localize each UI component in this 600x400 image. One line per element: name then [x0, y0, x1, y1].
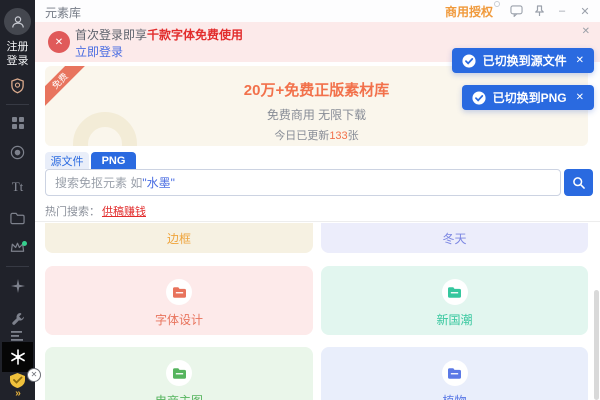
collapse-chevrons[interactable]: »: [0, 388, 35, 399]
category-label: 边框: [167, 230, 191, 247]
category-card-plants[interactable]: 植物: [321, 347, 588, 400]
category-card-new-chinese[interactable]: 新国潮: [321, 266, 588, 335]
license-text: 商用授权: [445, 5, 493, 19]
notice-prefix: 首次登录即享: [75, 28, 147, 42]
category-label: 字体设计: [155, 311, 203, 328]
section-divider: [35, 221, 600, 222]
promo-update-line: 今日已更新133张: [45, 127, 588, 143]
category-card-winter[interactable]: 冬天: [321, 223, 588, 253]
magic-wand-icon[interactable]: [0, 279, 35, 293]
app-window: 注册 登录 Tt: [0, 0, 600, 400]
scrollbar-thumb[interactable]: [594, 290, 599, 400]
toast-close-icon[interactable]: ✕: [576, 55, 584, 66]
minimize-button[interactable]: –: [555, 5, 569, 17]
dismiss-icon[interactable]: ✕: [27, 368, 41, 382]
font-tool-icon[interactable]: Tt: [0, 179, 35, 195]
login-line1: 注册: [0, 40, 35, 54]
update-prefix: 今日已更新: [274, 130, 329, 142]
sidebar-divider: [6, 266, 29, 267]
category-card-ecommerce[interactable]: 电商主图: [45, 347, 313, 400]
search-button[interactable]: [564, 169, 593, 196]
alert-x-icon: ✕: [48, 31, 70, 53]
notice-text: 首次登录即享千款字体免费使用: [75, 26, 243, 43]
login-register-button[interactable]: 注册 登录: [0, 40, 35, 68]
pin-icon[interactable]: [532, 5, 546, 17]
folder-icon: [448, 287, 461, 298]
search-input[interactable]: 搜索免抠元素 如"水墨": [45, 169, 561, 196]
apps-grid-icon[interactable]: [0, 116, 35, 130]
snowflake-icon: [10, 349, 26, 365]
hot-search-link[interactable]: 供稿赚钱: [102, 206, 146, 218]
page-title: 元素库: [45, 4, 81, 21]
notification-dot: [22, 241, 27, 246]
folder-tool-icon[interactable]: [0, 212, 35, 225]
toast-text: 已切换到源文件: [483, 52, 567, 69]
search-placeholder: 搜索免抠元素 如: [55, 174, 142, 191]
login-now-link[interactable]: 立即登录: [75, 43, 123, 60]
stats-icon[interactable]: [0, 331, 35, 342]
license-label[interactable]: 商用授权: [445, 3, 500, 20]
folder-icon: [173, 368, 186, 379]
license-badge-icon: [494, 1, 500, 7]
feedback-icon[interactable]: [509, 5, 523, 17]
toast-source-file: 已切换到源文件 ✕: [452, 48, 594, 73]
close-button[interactable]: ✕: [578, 5, 592, 18]
tab-source-file[interactable]: 源文件: [45, 152, 89, 169]
category-label: 植物: [442, 392, 466, 400]
login-line2: 登录: [0, 54, 35, 68]
toast-text: 已切换到PNG: [493, 89, 567, 106]
update-count: 133: [329, 130, 347, 142]
folder-icon: [173, 287, 186, 298]
vip-shield-icon[interactable]: [0, 78, 35, 94]
category-card-border[interactable]: 边框: [45, 223, 313, 253]
sidebar-item-elements-active[interactable]: [2, 342, 33, 372]
notice-close-icon[interactable]: ✕: [582, 26, 590, 37]
titlebar: 元素库 商用授权 – ✕: [35, 0, 600, 22]
category-card-font-design[interactable]: 字体设计: [45, 266, 313, 335]
free-badge-icon[interactable]: [0, 145, 35, 160]
category-label: 电商主图: [155, 392, 203, 400]
search-icon: [572, 176, 586, 190]
hot-search-label: 热门搜索：: [45, 206, 100, 218]
search-placeholder-keyword: "水墨": [142, 174, 175, 191]
toast-close-icon[interactable]: ✕: [576, 92, 584, 103]
wrench-icon[interactable]: [0, 312, 35, 326]
check-circle-icon: [462, 54, 476, 68]
tab-png[interactable]: PNG: [91, 152, 136, 169]
toast-png: 已切换到PNG ✕: [462, 85, 594, 110]
hot-search-row: 热门搜索：供稿赚钱: [45, 203, 146, 219]
category-label: 新国潮: [436, 311, 472, 328]
crown-icon[interactable]: [0, 241, 35, 253]
sidebar: 注册 登录 Tt: [0, 0, 35, 400]
folder-icon: [448, 368, 461, 379]
user-icon: [10, 14, 26, 30]
avatar[interactable]: [4, 8, 31, 35]
update-suffix: 张: [348, 130, 359, 142]
notice-highlight: 千款字体免费使用: [147, 28, 243, 42]
category-label: 冬天: [442, 230, 466, 247]
check-circle-icon: [472, 91, 486, 105]
sidebar-divider: [6, 104, 29, 105]
